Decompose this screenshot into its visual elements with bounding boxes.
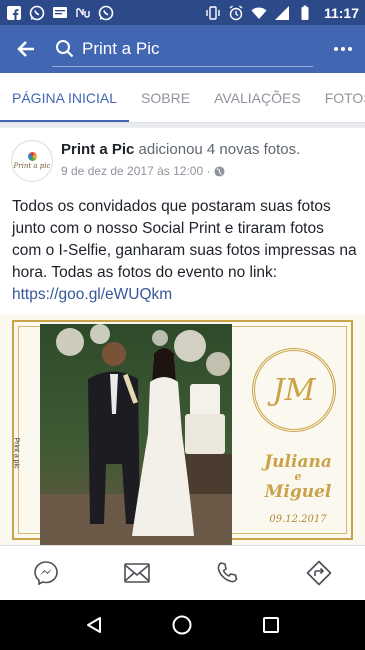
post-body: Todos os convidados que postaram suas fo… xyxy=(12,196,357,306)
globe-icon xyxy=(214,165,225,177)
wedding-couple-image xyxy=(40,324,232,546)
tab-avaliacoes[interactable]: AVALIAÇÕES xyxy=(202,73,313,122)
page-name-link[interactable]: Print a Pic xyxy=(61,141,134,158)
event-date: 09.12.2017 xyxy=(269,514,327,525)
wifi-icon xyxy=(251,7,267,19)
nav-back-icon xyxy=(87,617,102,633)
post-timestamp[interactable]: 9 de dez de 2017 às 12:00 · xyxy=(61,164,210,178)
monogram-text: JM xyxy=(272,372,316,408)
logo-dot-icon xyxy=(27,152,37,161)
bride-name: Juliana xyxy=(264,452,332,472)
whatsapp-icon xyxy=(29,5,45,20)
tab-pagina-inicial[interactable]: PÁGINA INICIAL xyxy=(0,73,130,122)
nav-home-button[interactable] xyxy=(167,610,197,640)
nav-back-button[interactable] xyxy=(79,610,109,640)
nu-icon xyxy=(76,7,90,18)
email-button[interactable] xyxy=(117,553,157,593)
nav-recents-button[interactable] xyxy=(256,610,286,640)
more-icon xyxy=(334,47,352,51)
page-action-bar xyxy=(0,545,365,600)
page-tabs: PÁGINA INICIAL SOBRE AVALIAÇÕES FOTOS xyxy=(0,73,365,123)
post-card: Print a pic Print a Pic adicionou 4 nova… xyxy=(0,128,365,558)
alarm-icon xyxy=(229,4,243,20)
nav-recents-icon xyxy=(262,617,279,633)
phone-icon xyxy=(217,562,238,583)
post-meta: Print a Pic adicionou 4 novas fotos. 9 d… xyxy=(61,140,300,182)
app-root: 11:17 Print a Pic PÁGINA INICIAL SOBRE A… xyxy=(0,0,365,650)
side-brand-text: Print a pic xyxy=(12,437,20,469)
facebook-icon xyxy=(7,5,21,20)
post-body-text: Todos os convidados que postaram suas fo… xyxy=(12,198,357,281)
groom-name: Miguel xyxy=(264,482,332,502)
app-bar: Print a Pic xyxy=(0,25,365,73)
tab-sobre[interactable]: SOBRE xyxy=(129,73,202,122)
call-button[interactable] xyxy=(208,553,248,593)
signal-icon xyxy=(274,5,289,20)
arrow-left-icon xyxy=(17,41,34,57)
directions-button[interactable] xyxy=(299,553,339,593)
messenger-icon xyxy=(33,561,58,586)
avatar-logo-text: Print a pic xyxy=(13,162,51,170)
search-text: Print a Pic xyxy=(82,38,160,58)
post-header: Print a pic Print a Pic adicionou 4 nova… xyxy=(11,140,300,182)
tab-fotos[interactable]: FOTOS xyxy=(313,73,365,122)
directions-icon xyxy=(307,560,332,586)
post-action-text: adicionou 4 novas fotos. xyxy=(138,141,301,158)
clock: 11:17 xyxy=(323,4,359,21)
search-icon xyxy=(56,39,74,57)
vibrate-icon xyxy=(206,5,220,20)
messenger-button[interactable] xyxy=(26,553,66,593)
avatar[interactable]: Print a pic xyxy=(11,140,53,182)
system-nav-bar xyxy=(0,600,365,650)
post-photo[interactable]: JM Juliana e Miguel 09.12.2017 Print a p… xyxy=(0,314,365,558)
mail-icon xyxy=(124,563,150,583)
side-brand-logo: Print a pic xyxy=(6,438,24,504)
names-connector: e xyxy=(294,470,302,483)
battery-icon xyxy=(301,5,309,20)
couple-names: Juliana e Miguel xyxy=(248,452,348,502)
monogram-badge: JM xyxy=(252,348,336,432)
post-link[interactable]: https://goo.gl/eWUQkm xyxy=(12,284,357,306)
status-bar: 11:17 xyxy=(0,0,365,25)
more-options-button[interactable] xyxy=(321,25,365,73)
back-button[interactable] xyxy=(0,25,52,73)
nav-home-icon xyxy=(172,615,192,635)
search-bar[interactable]: Print a Pic xyxy=(52,31,313,67)
message-icon xyxy=(53,6,67,18)
whatsapp-icon xyxy=(98,5,114,20)
